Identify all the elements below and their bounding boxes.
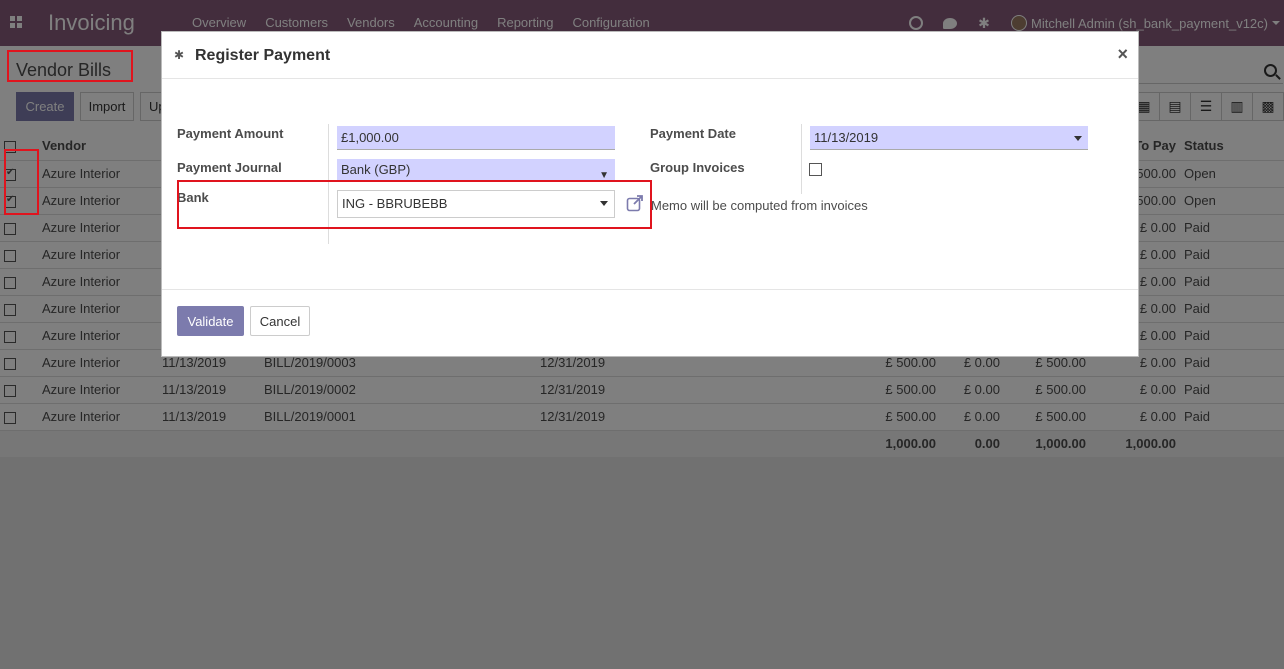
close-button[interactable]: × [1117, 44, 1128, 65]
cancel-button[interactable]: Cancel [250, 306, 310, 336]
modal-title: Register Payment [195, 47, 331, 64]
payment-journal-label: Payment Journal [177, 160, 282, 175]
payment-date-input[interactable]: 11/13/2019 [810, 126, 1088, 150]
modal-header: ✱ Register Payment × [162, 32, 1138, 79]
payment-date-label: Payment Date [650, 126, 736, 141]
group-invoices-checkbox[interactable] [809, 163, 822, 176]
highlight-selected-rows [4, 149, 39, 215]
right-column-divider [801, 124, 802, 194]
date-dropdown-caret-icon[interactable] [1074, 136, 1082, 141]
validate-button[interactable]: Validate [177, 306, 244, 336]
highlight-bank-field [177, 180, 652, 229]
group-invoices-label: Group Invoices [650, 160, 745, 175]
payment-journal-value: Bank (GBP) [341, 162, 411, 177]
payment-amount-label: Payment Amount [177, 126, 284, 141]
payment-amount-input[interactable]: £1,000.00 [337, 126, 615, 150]
memo-info-text: Memo will be computed from invoices [651, 198, 868, 213]
payment-date-value: 11/13/2019 [814, 130, 879, 145]
debug-bug-icon[interactable]: ✱ [174, 48, 184, 62]
payment-journal-select[interactable]: Bank (GBP) ▼ [337, 159, 615, 181]
highlight-breadcrumb [7, 50, 133, 82]
payment-amount-value: £1,000.00 [341, 130, 399, 145]
modal-footer: Validate Cancel [162, 289, 1138, 357]
